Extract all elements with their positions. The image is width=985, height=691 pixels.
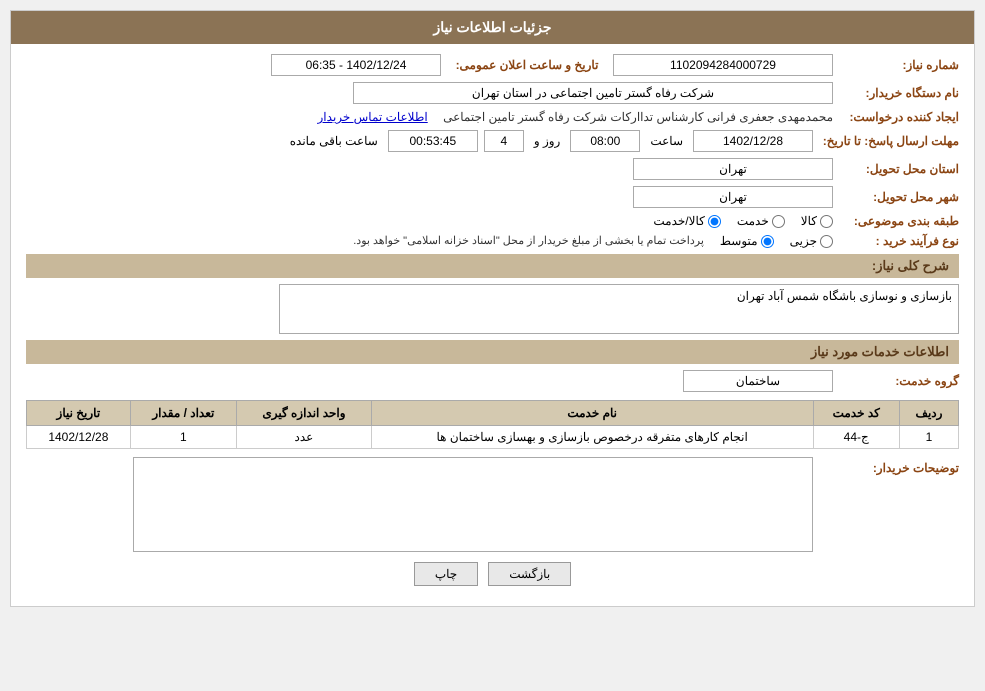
- service-group-label: گروه خدمت:: [839, 374, 959, 388]
- radio-medium[interactable]: متوسط: [720, 234, 774, 248]
- radio-goods-service[interactable]: کالا/خدمت: [653, 214, 720, 228]
- services-section-label: اطلاعات خدمات مورد نیاز: [26, 340, 959, 364]
- services-table-container: ردیف کد خدمت نام خدمت واحد اندازه گیری ت…: [26, 400, 959, 449]
- province-label: استان محل تحویل:: [839, 162, 959, 176]
- province-value: تهران: [633, 158, 833, 180]
- services-table: ردیف کد خدمت نام خدمت واحد اندازه گیری ت…: [26, 400, 959, 449]
- buyer-notes-label: توضیحات خریدار:: [819, 457, 959, 475]
- contact-link[interactable]: اطلاعات تماس خریدار: [318, 110, 428, 124]
- category-label: طبقه بندی موضوعی:: [839, 214, 959, 228]
- deadline-remaining-label: ساعت باقی مانده: [290, 134, 378, 148]
- process-label: نوع فرآیند خرید :: [839, 234, 959, 248]
- creator-value: محمدمهدی جعفری فرانی کارشناس تداارکات شر…: [443, 110, 833, 124]
- col-row: ردیف: [899, 401, 958, 426]
- radio-service[interactable]: خدمت: [737, 214, 785, 228]
- city-label: شهر محل تحویل:: [839, 190, 959, 204]
- description-textarea[interactable]: [279, 284, 959, 334]
- need-number-label: شماره نیاز:: [839, 58, 959, 72]
- deadline-label: مهلت ارسال پاسخ: تا تاریخ:: [819, 134, 959, 148]
- col-service-name: نام خدمت: [371, 401, 813, 426]
- buyer-name-label: نام دستگاه خریدار:: [839, 86, 959, 100]
- buyer-name-value: شرکت رفاه گستر تامین اجتماعی در استان ته…: [353, 82, 833, 104]
- bottom-buttons: بازگشت چاپ: [26, 562, 959, 586]
- table-row: 1ج-44انجام کارهای متفرقه درخصوص بازسازی …: [27, 426, 959, 449]
- print-button[interactable]: چاپ: [414, 562, 478, 586]
- deadline-time-label: ساعت: [650, 134, 683, 148]
- deadline-days: 4: [484, 130, 524, 152]
- col-code: کد خدمت: [813, 401, 899, 426]
- city-value: تهران: [633, 186, 833, 208]
- radio-goods[interactable]: کالا: [801, 214, 833, 228]
- radio-partial[interactable]: جزیی: [790, 234, 833, 248]
- deadline-date: 1402/12/28: [693, 130, 813, 152]
- need-number-value: 1102094284000729: [613, 54, 833, 76]
- date-value: 1402/12/24 - 06:35: [271, 54, 441, 76]
- page-header: جزئیات اطلاعات نیاز: [11, 11, 974, 44]
- deadline-remaining: 00:53:45: [388, 130, 478, 152]
- back-button[interactable]: بازگشت: [488, 562, 571, 586]
- process-note: پرداخت تمام یا بخشی از مبلغ خریدار از مح…: [353, 234, 704, 247]
- col-unit: واحد اندازه گیری: [237, 401, 372, 426]
- col-qty: تعداد / مقدار: [130, 401, 236, 426]
- description-section-label: شرح کلی نیاز:: [26, 254, 959, 278]
- deadline-days-label: روز و: [534, 134, 561, 148]
- col-date: تاریخ نیاز: [27, 401, 131, 426]
- creator-label: ایجاد کننده درخواست:: [839, 110, 959, 124]
- deadline-time: 08:00: [570, 130, 640, 152]
- page-title: جزئیات اطلاعات نیاز: [433, 19, 551, 35]
- date-label: تاریخ و ساعت اعلان عمومی:: [447, 58, 607, 72]
- service-group-value: ساختمان: [683, 370, 833, 392]
- buyer-notes-textarea[interactable]: [133, 457, 813, 552]
